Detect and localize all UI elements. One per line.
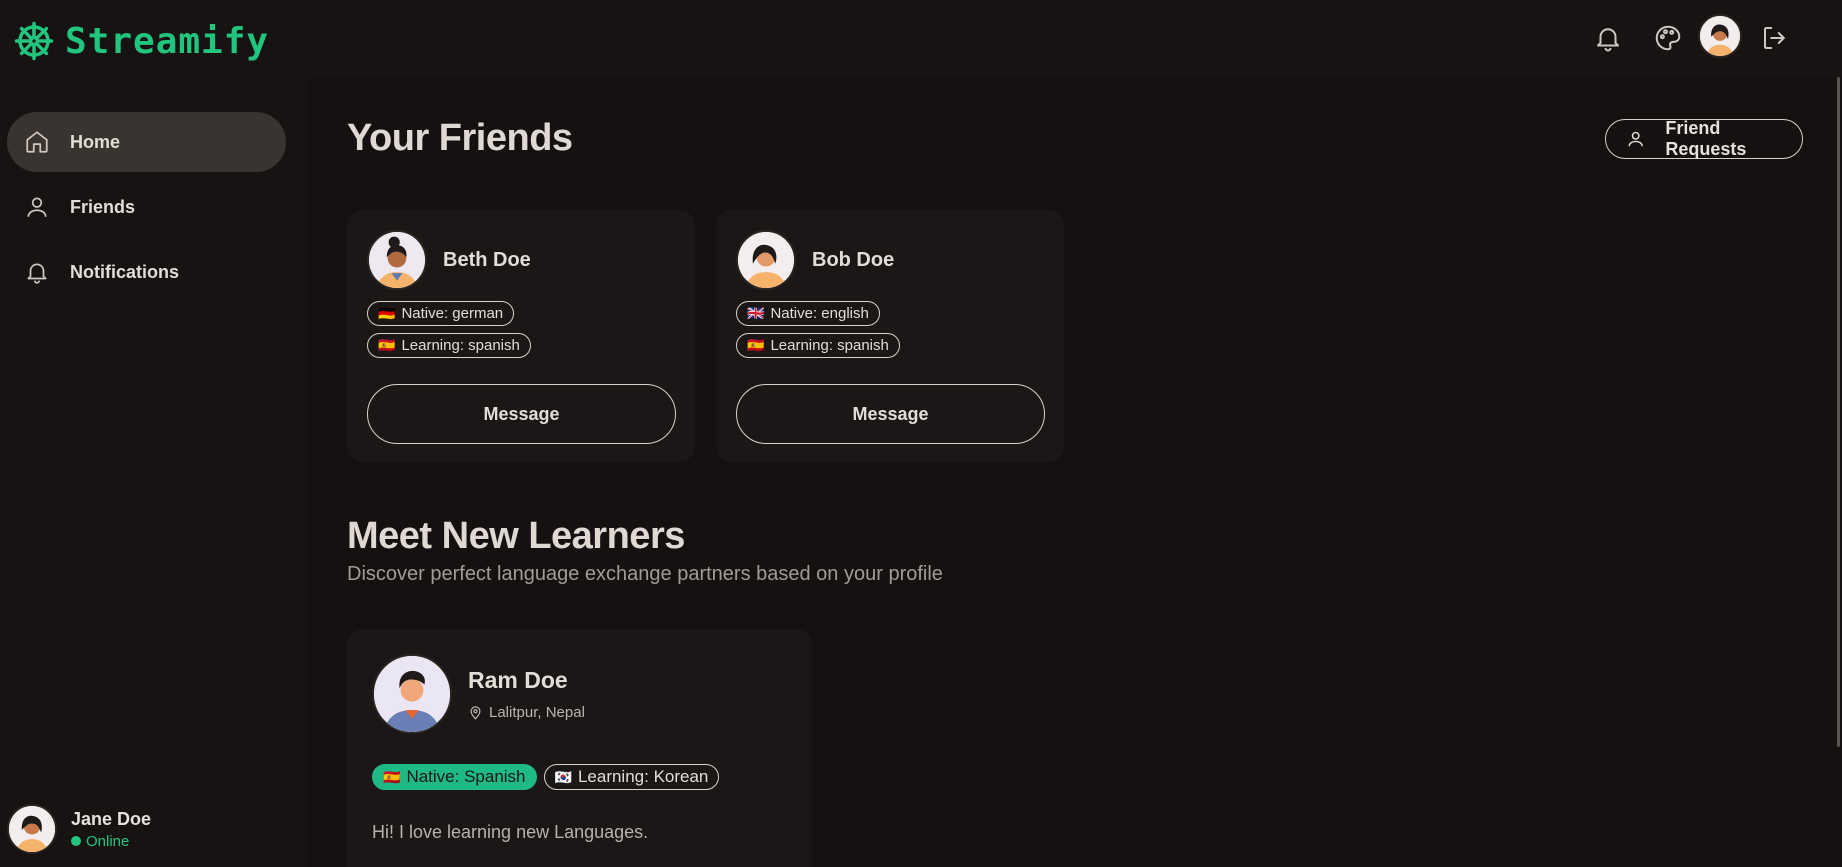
flag-icon: 🇪🇸: [383, 768, 401, 785]
badge-label: Native: Spanish: [406, 767, 526, 786]
learner-card: Ram Doe Lalitpur, Nepal 🇪🇸 Native: Spani…: [347, 629, 812, 867]
flag-icon: 🇩🇪: [378, 305, 396, 321]
online-dot-icon: [71, 836, 81, 846]
native-language-badge: 🇬🇧 Native: english: [736, 301, 880, 326]
avatar-illustration: [369, 232, 425, 288]
top-bar: [307, 0, 1842, 77]
message-button[interactable]: Message: [736, 384, 1045, 444]
ship-wheel-icon: [14, 21, 54, 61]
sidebar-item-home[interactable]: Home: [7, 112, 286, 172]
flag-icon: 🇰🇷: [554, 768, 572, 785]
location-label: Lalitpur, Nepal: [489, 704, 585, 721]
profile-avatar[interactable]: [1698, 14, 1742, 58]
avatar: [367, 230, 427, 290]
main-content: Your Friends Friend Requests Beth Doe 🇩🇪…: [307, 77, 1835, 867]
map-pin-icon: [470, 706, 481, 720]
learning-language-badge: 🇰🇷 Learning: Korean: [543, 764, 720, 790]
sidebar: Streamify Home Friends Notifications Jan…: [0, 0, 307, 867]
bell-icon: [1597, 28, 1619, 52]
bell-icon: [27, 263, 47, 284]
app-name: Streamify: [65, 20, 270, 62]
sidebar-nav: Home Friends Notifications: [7, 112, 286, 307]
avatar-illustration: [9, 806, 55, 852]
friend-requests-button[interactable]: Friend Requests: [1605, 118, 1803, 159]
sidebar-user[interactable]: Jane Doe Online: [7, 804, 151, 854]
friend-card: Bob Doe 🇬🇧 Native: english 🇪🇸 Learning: …: [716, 210, 1064, 462]
home-icon: [26, 131, 48, 153]
sidebar-item-label: Friends: [70, 196, 136, 217]
user-icon: [1628, 131, 1643, 147]
logout-button[interactable]: [1755, 18, 1795, 58]
logo[interactable]: Streamify: [13, 20, 269, 62]
avatar: [7, 804, 57, 854]
avatar: [736, 230, 796, 290]
learner-bio: Hi! I love learning new Languages.: [372, 822, 649, 842]
section-title: Meet New Learners: [347, 515, 685, 557]
learner-name: Ram Doe: [468, 667, 568, 693]
section-title: Your Friends: [347, 117, 573, 159]
avatar-illustration: [738, 232, 794, 288]
flag-icon: 🇬🇧: [747, 305, 765, 321]
badge-label: Native: english: [770, 305, 869, 322]
sidebar-item-friends[interactable]: Friends: [7, 177, 286, 237]
learning-language-badge: 🇪🇸 Learning: spanish: [367, 333, 531, 358]
palette-icon: [1655, 25, 1681, 51]
user-status: Online: [71, 833, 151, 850]
notifications-button[interactable]: [1588, 18, 1628, 58]
badge-label: Native: german: [401, 305, 504, 322]
theme-button[interactable]: [1648, 18, 1688, 58]
sidebar-item-label: Notifications: [70, 261, 180, 282]
scrollbar-thumb[interactable]: [1837, 77, 1840, 747]
friend-card: Beth Doe 🇩🇪 Native: german 🇪🇸 Learning: …: [347, 210, 695, 462]
flag-icon: 🇪🇸: [747, 337, 765, 353]
logout-icon: [1764, 27, 1785, 49]
badge-label: Learning: spanish: [770, 337, 889, 354]
user-icon: [27, 197, 47, 217]
friend-name: Bob Doe: [812, 248, 895, 271]
native-language-badge: 🇪🇸 Native: Spanish: [372, 764, 537, 790]
badge-label: Learning: Korean: [577, 767, 709, 786]
flag-icon: 🇪🇸: [378, 337, 396, 353]
sidebar-item-notifications[interactable]: Notifications: [7, 242, 286, 302]
message-button[interactable]: Message: [367, 384, 676, 444]
friend-requests-label: Friend Requests: [1665, 118, 1747, 159]
avatar: [372, 654, 452, 734]
native-language-badge: 🇩🇪 Native: german: [367, 301, 515, 326]
avatar-illustration: [374, 656, 450, 732]
section-subtitle: Discover perfect language exchange partn…: [347, 563, 943, 585]
sidebar-item-label: Home: [70, 131, 121, 152]
scrollbar[interactable]: [1835, 77, 1842, 747]
friend-name: Beth Doe: [443, 248, 531, 271]
learner-location: Lalitpur, Nepal: [468, 704, 585, 721]
status-label: Online: [86, 832, 130, 850]
badge-label: Learning: spanish: [401, 337, 520, 354]
learning-language-badge: 🇪🇸 Learning: spanish: [736, 333, 900, 358]
avatar-illustration: [1700, 16, 1740, 56]
user-name: Jane Doe: [71, 808, 152, 829]
